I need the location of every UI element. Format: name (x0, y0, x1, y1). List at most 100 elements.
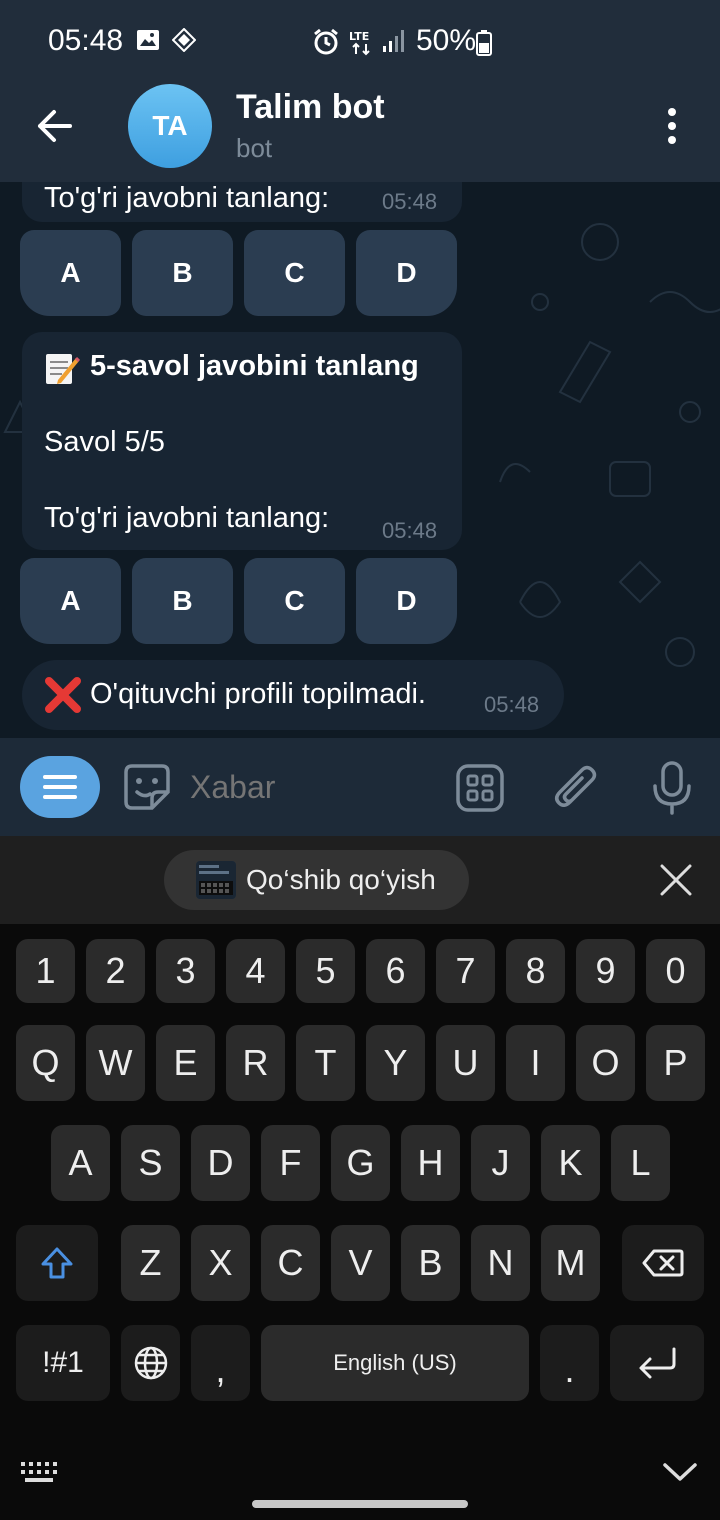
battery-icon (476, 30, 492, 56)
top-bar: 05:48 LTE 50% TA Talim bot bot (0, 0, 720, 182)
comma-key[interactable]: , (191, 1325, 250, 1401)
answer-button-b[interactable]: B (132, 230, 233, 316)
enter-key[interactable] (610, 1325, 704, 1401)
microphone-icon[interactable] (650, 760, 694, 816)
key-t[interactable]: T (296, 1025, 355, 1101)
answer-button-d[interactable]: D (356, 558, 457, 644)
key-w[interactable]: W (86, 1025, 145, 1101)
more-options-icon[interactable] (660, 106, 684, 146)
symbols-key[interactable]: !#1 (16, 1325, 110, 1401)
answer-button-b[interactable]: B (132, 558, 233, 644)
answer-button-a[interactable]: A (20, 558, 121, 644)
key-e[interactable]: E (156, 1025, 215, 1101)
error-message-text: O'qituvchi profili topilmadi. (90, 678, 426, 710)
key-c[interactable]: C (261, 1225, 320, 1301)
memo-icon (46, 354, 80, 384)
key-s[interactable]: S (121, 1125, 180, 1201)
back-arrow-icon[interactable] (30, 104, 80, 148)
enter-icon (639, 1347, 676, 1379)
answer-button-c[interactable]: C (244, 558, 345, 644)
key-6[interactable]: 6 (366, 939, 425, 1003)
home-indicator[interactable] (252, 1500, 468, 1508)
key-8[interactable]: 8 (506, 939, 565, 1003)
key-4[interactable]: 4 (226, 939, 285, 1003)
key-q[interactable]: Q (16, 1025, 75, 1101)
key-v[interactable]: V (331, 1225, 390, 1301)
nfc-icon (172, 28, 196, 52)
alarm-icon (314, 28, 338, 55)
key-j[interactable]: J (471, 1125, 530, 1201)
cross-mark-icon (45, 677, 81, 713)
key-b[interactable]: B (401, 1225, 460, 1301)
key-f[interactable]: F (261, 1125, 320, 1201)
key-i[interactable]: I (506, 1025, 565, 1101)
message-bubble[interactable]: 5-savol javobini tanlang Savol 5/5 To'g'… (22, 332, 462, 550)
message-input-bar (0, 738, 720, 836)
gallery-icon (137, 30, 159, 50)
key-0[interactable]: 0 (646, 939, 705, 1003)
signal-icon (383, 30, 404, 52)
message-time: 05:48 (382, 518, 438, 543)
backspace-icon (642, 1249, 684, 1277)
key-z[interactable]: Z (121, 1225, 180, 1301)
sticker-icon[interactable] (122, 762, 172, 812)
suggestion-label: Qo‘shib qo‘yish (246, 864, 436, 895)
message-bubble[interactable]: O'qituvchi profili topilmadi. 05:48 (22, 660, 564, 730)
bot-commands-icon[interactable] (456, 764, 504, 812)
key-1[interactable]: 1 (16, 939, 75, 1003)
key-d[interactable]: D (191, 1125, 250, 1201)
question-title: 5-savol javobini tanlang (90, 350, 419, 382)
key-l[interactable]: L (611, 1125, 670, 1201)
key-o[interactable]: O (576, 1025, 635, 1101)
key-y[interactable]: Y (366, 1025, 425, 1101)
key-5[interactable]: 5 (296, 939, 355, 1003)
key-9[interactable]: 9 (576, 939, 635, 1003)
key-x[interactable]: X (191, 1225, 250, 1301)
attach-icon[interactable] (552, 762, 600, 814)
language-key[interactable] (121, 1325, 180, 1401)
menu-icon (43, 775, 77, 799)
key-h[interactable]: H (401, 1125, 460, 1201)
answer-button-d[interactable]: D (356, 230, 457, 316)
bot-menu-button[interactable] (20, 756, 100, 818)
key-p[interactable]: P (646, 1025, 705, 1101)
chat-area[interactable]: To'g'ri javobni tanlang: 05:48 A B C D 5… (0, 182, 720, 738)
message-time: 05:48 (382, 189, 438, 214)
soft-keyboard: Qo‘shib qo‘yish 1 2 3 4 5 6 7 8 9 0 Q W … (0, 836, 720, 1520)
period-key[interactable]: . (540, 1325, 599, 1401)
backspace-key[interactable] (622, 1225, 704, 1301)
chat-subtitle: bot (236, 133, 273, 163)
keyboard-switch-icon[interactable] (20, 1460, 62, 1484)
shift-key[interactable] (16, 1225, 98, 1301)
chat-title[interactable]: Talim bot (236, 88, 385, 127)
question-number: Savol 5/5 (44, 426, 165, 458)
key-k[interactable]: K (541, 1125, 600, 1201)
answer-button-c[interactable]: C (244, 230, 345, 316)
key-7[interactable]: 7 (436, 939, 495, 1003)
close-icon[interactable] (656, 860, 696, 900)
avatar[interactable]: TA (128, 84, 212, 168)
status-time: 05:48 (48, 24, 124, 57)
key-a[interactable]: A (51, 1125, 110, 1201)
hide-keyboard-chevron-icon[interactable] (662, 1460, 698, 1484)
lte-icon: LTE (349, 30, 370, 56)
message-text: To'g'ri javobni tanlang: (44, 182, 330, 214)
globe-icon (134, 1346, 167, 1380)
key-r[interactable]: R (226, 1025, 285, 1101)
shift-arrow-icon (41, 1247, 73, 1279)
answer-button-a[interactable]: A (20, 230, 121, 316)
key-m[interactable]: M (541, 1225, 600, 1301)
key-g[interactable]: G (331, 1125, 390, 1201)
message-bubble[interactable]: To'g'ri javobni tanlang: 05:48 (22, 182, 462, 222)
battery-percent: 50% (416, 24, 477, 57)
space-key[interactable]: English (US) (261, 1325, 529, 1401)
key-2[interactable]: 2 (86, 939, 145, 1003)
key-u[interactable]: U (436, 1025, 495, 1101)
key-n[interactable]: N (471, 1225, 530, 1301)
message-input[interactable] (190, 762, 430, 812)
svg-text:LTE: LTE (349, 30, 369, 43)
keyboard-suggestion-bar: Qo‘shib qo‘yish (0, 836, 720, 924)
key-3[interactable]: 3 (156, 939, 215, 1003)
message-time: 05:48 (484, 692, 540, 717)
add-suggestion-chip[interactable]: Qo‘shib qo‘yish (164, 850, 469, 910)
